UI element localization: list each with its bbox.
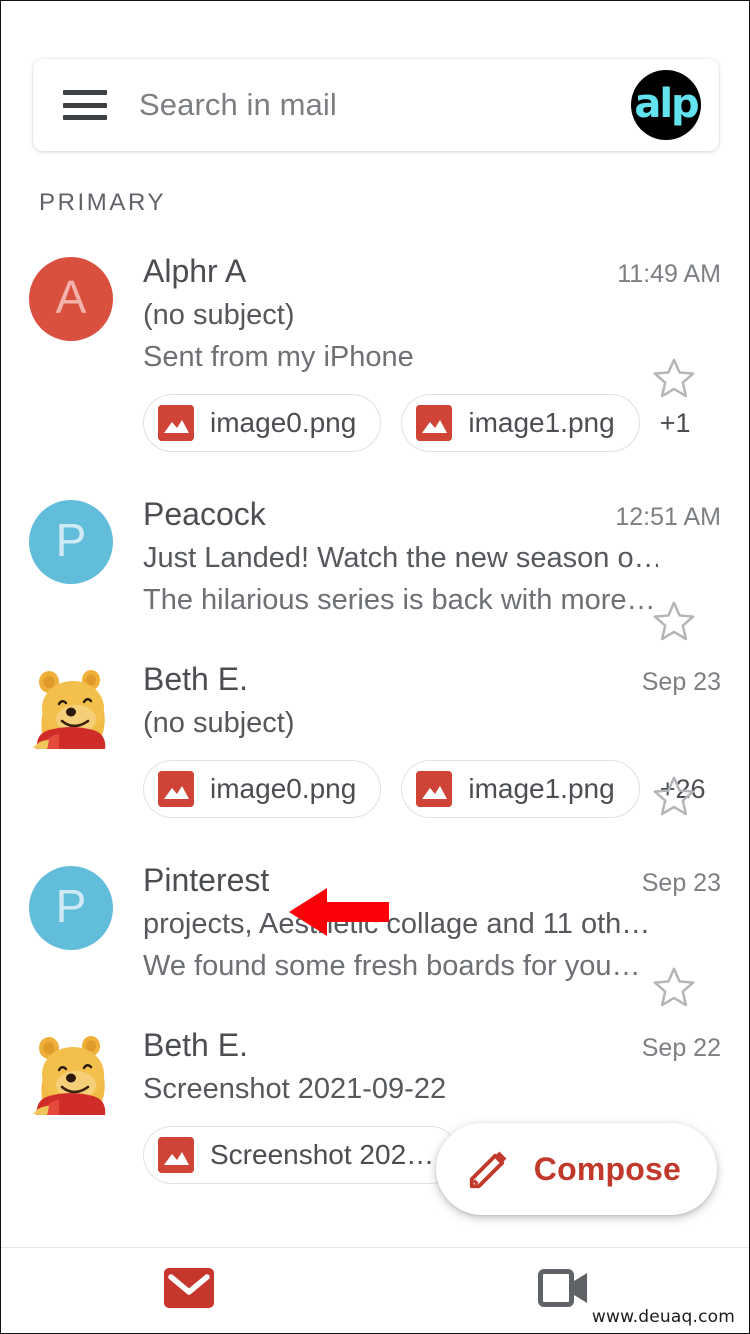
image-file-icon (158, 1137, 194, 1173)
table-row[interactable]: P Pinterest Sep 23 projects, Aesthetic c… (1, 840, 749, 1007)
image-file-icon (416, 405, 453, 441)
subject-line: projects, Aesthetic collage and 11 oth… (143, 908, 651, 940)
account-avatar-label: alp (634, 81, 699, 127)
attachment-file-name: image0.png (210, 773, 357, 804)
attachment-chip[interactable]: Screenshot 202… (143, 1126, 460, 1184)
mail-content: Alphr A 11:49 AM (no subject) Sent from … (113, 253, 723, 452)
snippet-line: Sent from my iPhone (143, 341, 414, 373)
search-input[interactable]: Search in mail (139, 87, 631, 123)
attachment-row: image0.png image1.png +26 (143, 760, 723, 818)
avatar-initial: P (55, 880, 87, 932)
attachment-file-name: image1.png (468, 773, 615, 804)
image-file-icon (158, 405, 194, 441)
hamburger-menu-icon[interactable] (63, 90, 107, 120)
attachment-chip[interactable]: image0.png (143, 394, 382, 452)
sender-name: Beth E. (143, 661, 248, 697)
timestamp: Sep 23 (641, 668, 721, 696)
image-file-icon (416, 771, 453, 807)
account-avatar[interactable]: alp (631, 70, 701, 140)
pooh-avatar-image (33, 670, 106, 749)
pooh-avatar-image (33, 1036, 106, 1115)
attachment-overflow-count[interactable]: +1 (660, 408, 691, 439)
attachment-chip[interactable]: image1.png (401, 394, 640, 452)
search-bar[interactable]: Search in mail alp (33, 59, 719, 151)
subject-line: Screenshot 2021-09-22 (143, 1073, 447, 1105)
nav-item-mail[interactable] (1, 1248, 376, 1333)
avatar-initial: A (55, 271, 87, 323)
sender-name: Alphr A (143, 253, 247, 289)
attachment-file-name: Screenshot 202… (210, 1139, 435, 1170)
star-icon[interactable] (651, 355, 697, 401)
mail-header-row: Pinterest Sep 23 (143, 862, 723, 899)
attachment-chip[interactable]: image1.png (401, 760, 640, 818)
avatar[interactable]: P (29, 866, 113, 950)
timestamp: Sep 22 (641, 1034, 721, 1062)
sender-name: Pinterest (143, 862, 270, 898)
subject-line: Just Landed! Watch the new season o… (143, 542, 658, 574)
avatar[interactable] (29, 1031, 113, 1115)
video-camera-icon (537, 1269, 590, 1312)
attachment-row: image0.png image1.png +1 (143, 394, 723, 452)
mail-content: Beth E. Sep 23 (no subject) image0.png i… (113, 661, 723, 818)
category-label-primary: PRIMARY (39, 189, 167, 216)
attachment-file-name: image0.png (210, 407, 357, 438)
sender-name: Beth E. (143, 1027, 248, 1063)
mail-content: Pinterest Sep 23 projects, Aesthetic col… (113, 862, 723, 1007)
compose-button[interactable]: Compose (435, 1123, 717, 1215)
avatar[interactable] (29, 665, 113, 749)
mail-header-row: Alphr A 11:49 AM (143, 253, 723, 290)
table-row[interactable]: P Peacock 12:51 AM Just Landed! Watch th… (1, 474, 749, 641)
mail-header-row: Beth E. Sep 22 (143, 1027, 723, 1064)
watermark: www.deuaq.com (591, 1307, 735, 1327)
timestamp: Sep 23 (641, 869, 721, 897)
snippet-line: We found some fresh boards for you… (143, 950, 641, 982)
mail-content: Peacock 12:51 AM Just Landed! Watch the … (113, 496, 723, 641)
gmail-app-screen: Search in mail alp PRIMARY A Alphr A 11:… (0, 0, 750, 1334)
mail-header-row: Beth E. Sep 23 (143, 661, 723, 698)
avatar[interactable]: P (29, 500, 113, 584)
table-row[interactable]: Beth E. Sep 23 (no subject) image0.png i… (1, 639, 749, 840)
star-icon[interactable] (651, 598, 697, 644)
mail-list: A Alphr A 11:49 AM (no subject) Sent fro… (1, 231, 749, 1206)
compose-button-label: Compose (533, 1150, 681, 1187)
snippet-line: The hilarious series is back with more… (143, 584, 656, 616)
subject-line: (no subject) (143, 707, 295, 739)
star-icon[interactable] (651, 773, 697, 819)
table-row[interactable]: A Alphr A 11:49 AM (no subject) Sent fro… (1, 231, 749, 474)
pencil-icon (466, 1146, 512, 1192)
subject-line: (no subject) (143, 299, 295, 331)
attachment-chip[interactable]: image0.png (143, 760, 382, 818)
sender-name: Peacock (143, 496, 266, 532)
avatar[interactable]: A (29, 257, 113, 341)
timestamp: 12:51 AM (615, 503, 721, 531)
timestamp: 11:49 AM (617, 260, 721, 288)
image-file-icon (158, 771, 194, 807)
mail-header-row: Peacock 12:51 AM (143, 496, 723, 533)
attachment-file-name: image1.png (468, 407, 615, 438)
mail-icon (163, 1268, 214, 1313)
star-icon[interactable] (651, 964, 697, 1010)
avatar-initial: P (55, 514, 87, 566)
